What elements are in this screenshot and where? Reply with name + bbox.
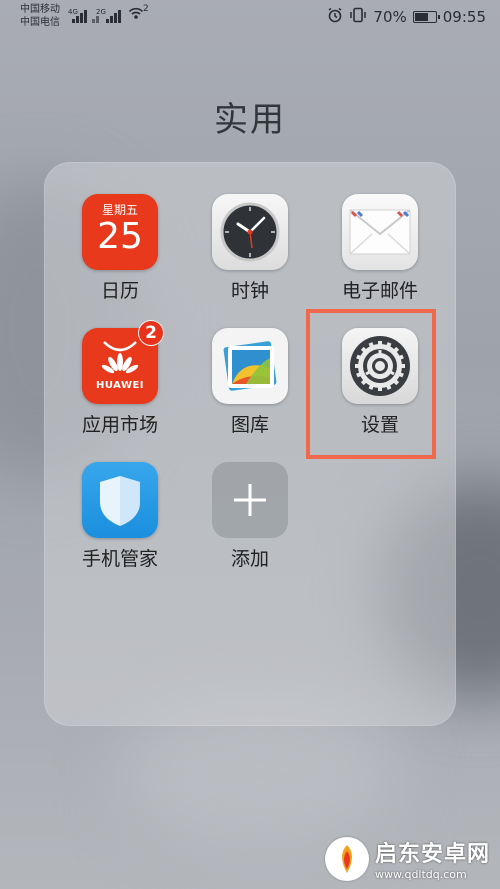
- carrier-names: 中国移动 中国电信: [20, 3, 60, 29]
- watermark-logo-icon: [324, 836, 369, 881]
- highlight-box: [306, 309, 436, 459]
- huawei-appgallery-icon: HUAWEI 2: [82, 320, 164, 404]
- app-label: 应用市场: [81, 414, 158, 436]
- watermark: 启东安卓网 www.qdltdq.com: [324, 836, 490, 881]
- app-calendar[interactable]: 星期五 25 日历: [60, 194, 180, 303]
- app-email[interactable]: 电子邮件: [320, 194, 440, 303]
- signal-icon: [72, 9, 88, 23]
- app-appgallery[interactable]: HUAWEI 2 应用市场: [60, 320, 180, 437]
- app-gallery[interactable]: 图库: [190, 328, 310, 437]
- battery-icon: [412, 11, 440, 23]
- app-phone-manager[interactable]: 手机管家: [60, 462, 180, 571]
- folder-title[interactable]: 实用: [0, 92, 500, 141]
- app-label: 电子邮件: [341, 280, 418, 302]
- app-clock[interactable]: 时钟: [190, 194, 310, 303]
- carrier-2: 中国电信: [20, 17, 60, 28]
- app-label: 时钟: [230, 280, 269, 302]
- wifi-hotspot-icon: [128, 7, 144, 26]
- app-label: 日历: [100, 280, 139, 302]
- app-label: 添加: [230, 548, 269, 570]
- mail-envelope-icon: [342, 194, 418, 270]
- app-add[interactable]: 添加: [190, 462, 310, 571]
- status-bar: 中国移动 中国电信 4G 2G 2 70% 09:55: [0, 0, 500, 36]
- clock-icon: [212, 194, 288, 270]
- watermark-url: www.qdltdq.com: [374, 868, 467, 881]
- app-label: 图库: [230, 414, 269, 436]
- calendar-day: 25: [97, 216, 143, 257]
- notification-badge: 2: [138, 320, 164, 346]
- alarm-icon: [327, 7, 343, 27]
- plus-icon: [212, 462, 288, 538]
- shield-icon: [82, 462, 158, 538]
- gallery-photo-icon: [212, 328, 288, 404]
- calendar-icon: 星期五 25: [82, 194, 158, 270]
- app-label: 手机管家: [81, 548, 158, 570]
- network-type-2: 2G: [96, 8, 106, 16]
- status-right: 70% 09:55: [327, 7, 486, 27]
- signal-icon-2: [106, 9, 122, 23]
- carrier-1: 中国移动: [20, 4, 60, 15]
- battery-percent: 70%: [373, 8, 407, 26]
- hotspot-count: 2: [143, 4, 149, 14]
- watermark-name: 启东安卓网: [374, 842, 490, 867]
- clock-time: 09:55: [442, 8, 486, 26]
- vibrate-icon: [349, 7, 367, 27]
- huawei-wordmark: HUAWEI: [95, 380, 145, 391]
